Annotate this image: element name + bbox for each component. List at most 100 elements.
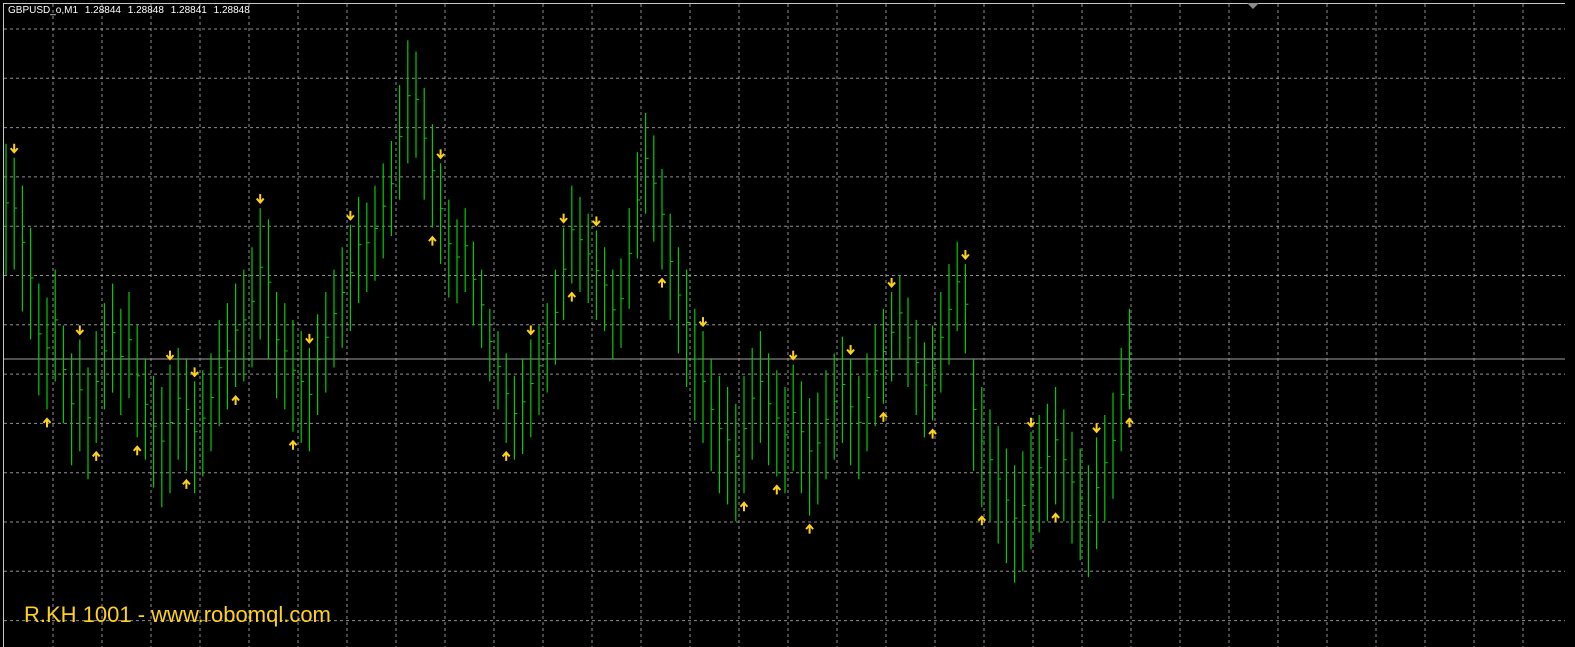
ohlc-bar	[30, 227, 34, 340]
ohlc-bar	[1022, 451, 1026, 572]
arrow-up-icon	[501, 450, 511, 461]
ohlc-bar	[735, 403, 739, 522]
arrow-up-icon	[42, 417, 52, 428]
arrow-down-icon	[75, 325, 85, 336]
ohlc-bar	[521, 359, 526, 455]
arrow-down-icon	[846, 345, 855, 356]
ohlc-bar	[620, 258, 624, 348]
chart-shift-triangle-icon[interactable]	[1247, 3, 1259, 9]
ohlc-bar	[530, 339, 534, 438]
arrow-down-icon	[559, 213, 568, 224]
chart-window[interactable]: GBPUSD_o,M1 1.28844 1.28848 1.28841 1.28…	[0, 0, 1575, 647]
ohlc-bar	[194, 381, 198, 494]
ohlc-bar	[136, 325, 141, 438]
ohlc-bar	[218, 319, 223, 427]
ohlc-bar	[685, 269, 690, 388]
ohlc-bar	[177, 347, 182, 460]
ohlc-bar	[95, 331, 100, 443]
price-plot[interactable]	[0, 0, 1575, 647]
ohlc-bar	[300, 331, 305, 443]
ohlc-bar	[243, 269, 247, 382]
ohlc-bar	[710, 359, 715, 471]
ohlc-bar	[964, 263, 969, 354]
arrow-up-icon	[288, 439, 298, 450]
ohlc-bar	[653, 135, 657, 242]
arrow-up-icon	[805, 523, 814, 534]
ohlc-bar	[390, 140, 395, 237]
ohlc-bar	[603, 247, 608, 332]
ohlc-bar	[718, 375, 723, 494]
ohlc-bar	[153, 375, 157, 488]
ohlc-bar	[210, 353, 214, 452]
ohlc-bar	[235, 283, 239, 388]
ohlc-bar	[825, 370, 829, 480]
ohlc-bar	[292, 319, 296, 432]
ohlc-bar	[111, 283, 116, 393]
arrow-up-icon	[91, 450, 101, 461]
ohlc-bar	[546, 303, 551, 393]
arrow-down-icon	[165, 350, 175, 361]
ohlc-bar	[366, 202, 370, 292]
ohlc-bar	[874, 325, 879, 427]
ohlc-bar	[792, 364, 797, 471]
arrow-down-icon	[346, 210, 355, 221]
ohlc-bar	[79, 339, 83, 452]
ohlc-bar	[644, 113, 649, 214]
ohlc-bar	[415, 51, 419, 158]
ohlc-bar	[358, 196, 362, 304]
ohlc-bar	[407, 40, 411, 164]
ohlc-bar	[759, 331, 764, 443]
ohlc-bar	[70, 353, 75, 466]
arrow-up-icon	[428, 235, 437, 246]
ohlc-bar	[308, 347, 313, 452]
watermark-text: R.KH 1001 - www.robomql.com	[24, 602, 331, 627]
arrow-up-icon	[567, 291, 577, 302]
ohlc-bar	[587, 213, 592, 304]
ohlc-bar	[981, 387, 985, 508]
arrow-down-icon	[887, 277, 896, 288]
ohlc-bar	[767, 353, 772, 466]
ohlc-bar	[38, 283, 42, 396]
ohlc-bar	[997, 426, 1002, 544]
ohlc-bar	[226, 303, 231, 410]
ohlc-bar	[333, 269, 337, 368]
ohlc-bar	[1038, 414, 1043, 533]
ohlc-bar	[1071, 431, 1075, 544]
ohlc-bar	[726, 387, 731, 505]
ohlc-bar	[464, 208, 469, 292]
ohlc-bar	[612, 269, 616, 360]
close-price: 1.28848	[213, 5, 250, 16]
ohlc-bar	[128, 291, 132, 399]
arrow-up-icon	[1051, 512, 1060, 523]
arrow-up-icon	[231, 394, 240, 406]
ohlc-bar	[571, 185, 575, 284]
ohlc-bar	[628, 208, 633, 309]
ohlc-bar	[103, 303, 108, 410]
ohlc-bar	[5, 143, 9, 276]
ohlc-bar	[907, 297, 911, 388]
ohlc-bar	[341, 247, 346, 348]
ohlc-bar	[538, 325, 542, 415]
ohlc-bar	[13, 157, 18, 270]
ohlc-bar	[1095, 437, 1100, 550]
arrow-down-icon	[526, 325, 536, 336]
ohlc-bar	[259, 208, 264, 340]
ohlc-bar	[800, 381, 805, 494]
ohlc-bar	[923, 342, 928, 438]
ohlc-bar	[431, 124, 436, 228]
ohlc-bar	[661, 168, 665, 270]
ohlc-bar	[472, 241, 477, 326]
arrow-down-icon	[9, 143, 19, 154]
high-price: 1.28848	[127, 5, 164, 16]
ohlc-bar	[21, 185, 26, 312]
arrow-down-icon	[788, 350, 798, 361]
ohlc-bar	[677, 247, 682, 354]
ohlc-bar	[890, 291, 895, 382]
symbol-header: GBPUSD_o,M1 1.28844 1.28848 1.28841 1.28…	[8, 5, 254, 16]
ohlc-bar	[144, 359, 149, 460]
ohlc-bar	[1087, 465, 1092, 578]
ohlc-bar	[1046, 403, 1051, 522]
ohlc-bar	[505, 353, 510, 443]
ohlc-bar	[185, 359, 190, 471]
ohlc-bar	[972, 359, 977, 471]
